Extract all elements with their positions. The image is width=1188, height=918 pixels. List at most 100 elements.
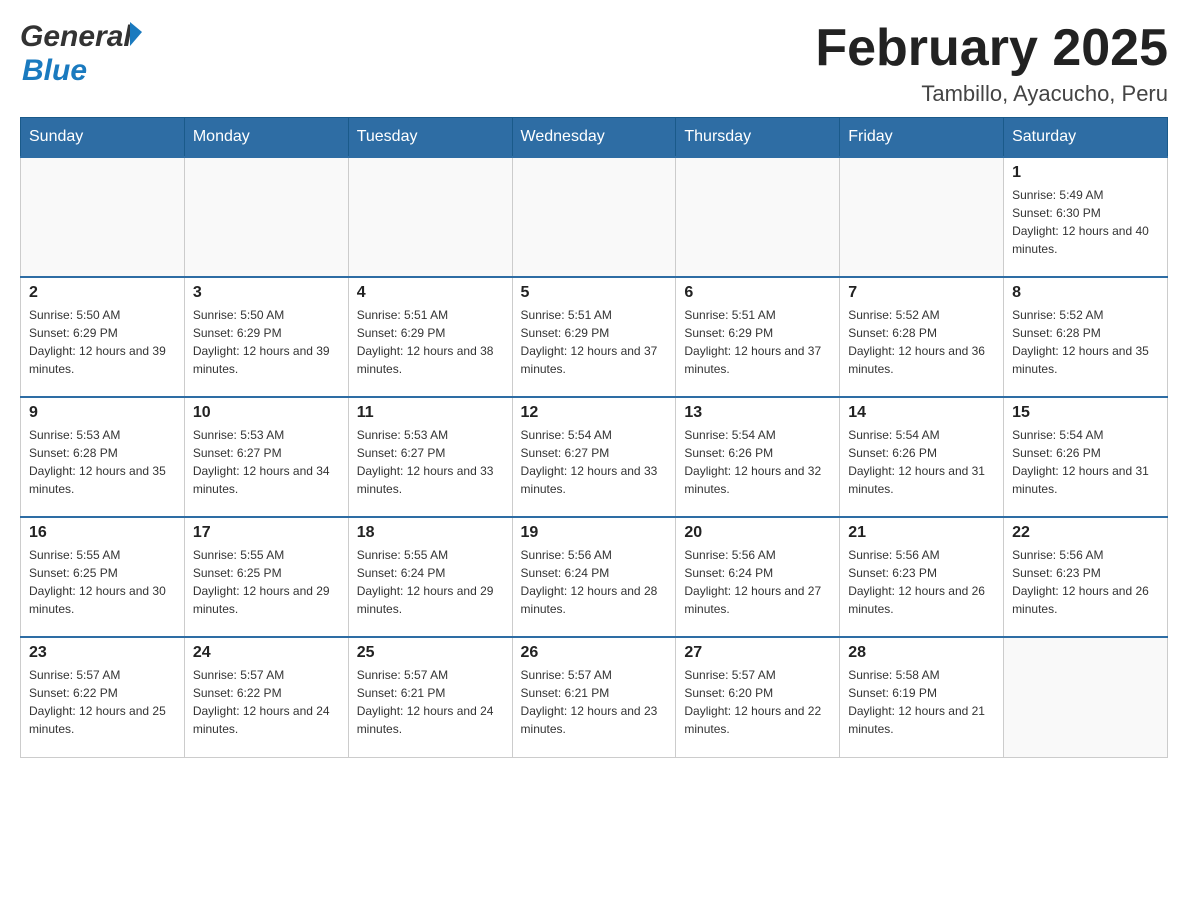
table-row: 24Sunrise: 5:57 AMSunset: 6:22 PMDayligh… <box>184 637 348 757</box>
day-number: 4 <box>357 284 504 302</box>
day-info-line: Daylight: 12 hours and 24 minutes. <box>193 702 340 738</box>
day-info-line: Sunrise: 5:57 AM <box>357 666 504 684</box>
table-row: 18Sunrise: 5:55 AMSunset: 6:24 PMDayligh… <box>348 517 512 637</box>
table-row: 19Sunrise: 5:56 AMSunset: 6:24 PMDayligh… <box>512 517 676 637</box>
table-row: 20Sunrise: 5:56 AMSunset: 6:24 PMDayligh… <box>676 517 840 637</box>
day-info-line: Sunset: 6:29 PM <box>684 324 831 342</box>
day-info-line: Sunrise: 5:51 AM <box>521 306 668 324</box>
day-info-line: Sunrise: 5:54 AM <box>521 426 668 444</box>
day-number: 7 <box>848 284 995 302</box>
table-row: 22Sunrise: 5:56 AMSunset: 6:23 PMDayligh… <box>1004 517 1168 637</box>
day-info-line: Daylight: 12 hours and 33 minutes. <box>521 462 668 498</box>
table-row: 28Sunrise: 5:58 AMSunset: 6:19 PMDayligh… <box>840 637 1004 757</box>
calendar-header-row: Sunday Monday Tuesday Wednesday Thursday… <box>21 118 1168 158</box>
day-number: 12 <box>521 404 668 422</box>
day-info-line: Sunset: 6:23 PM <box>848 564 995 582</box>
day-number: 5 <box>521 284 668 302</box>
day-number: 13 <box>684 404 831 422</box>
day-info-line: Sunset: 6:24 PM <box>521 564 668 582</box>
table-row: 26Sunrise: 5:57 AMSunset: 6:21 PMDayligh… <box>512 637 676 757</box>
day-info-line: Sunset: 6:29 PM <box>29 324 176 342</box>
table-row <box>21 157 185 277</box>
day-info-line: Sunset: 6:23 PM <box>1012 564 1159 582</box>
day-number: 17 <box>193 524 340 542</box>
day-info-line: Daylight: 12 hours and 28 minutes. <box>521 582 668 618</box>
calendar-table: Sunday Monday Tuesday Wednesday Thursday… <box>20 117 1168 758</box>
day-info-line: Sunrise: 5:52 AM <box>848 306 995 324</box>
day-info-line: Sunset: 6:21 PM <box>521 684 668 702</box>
day-number: 18 <box>357 524 504 542</box>
calendar-week-row: 9Sunrise: 5:53 AMSunset: 6:28 PMDaylight… <box>21 397 1168 517</box>
calendar-week-row: 23Sunrise: 5:57 AMSunset: 6:22 PMDayligh… <box>21 637 1168 757</box>
table-row: 17Sunrise: 5:55 AMSunset: 6:25 PMDayligh… <box>184 517 348 637</box>
day-number: 14 <box>848 404 995 422</box>
table-row <box>184 157 348 277</box>
day-info-line: Sunset: 6:26 PM <box>684 444 831 462</box>
day-number: 24 <box>193 644 340 662</box>
day-info-line: Daylight: 12 hours and 34 minutes. <box>193 462 340 498</box>
day-number: 3 <box>193 284 340 302</box>
col-saturday: Saturday <box>1004 118 1168 158</box>
table-row: 23Sunrise: 5:57 AMSunset: 6:22 PMDayligh… <box>21 637 185 757</box>
day-info-line: Sunrise: 5:57 AM <box>193 666 340 684</box>
table-row: 1Sunrise: 5:49 AMSunset: 6:30 PMDaylight… <box>1004 157 1168 277</box>
day-info-line: Sunset: 6:30 PM <box>1012 204 1159 222</box>
day-info-line: Sunset: 6:24 PM <box>684 564 831 582</box>
table-row: 16Sunrise: 5:55 AMSunset: 6:25 PMDayligh… <box>21 517 185 637</box>
day-info-line: Sunrise: 5:54 AM <box>1012 426 1159 444</box>
day-number: 22 <box>1012 524 1159 542</box>
table-row: 9Sunrise: 5:53 AMSunset: 6:28 PMDaylight… <box>21 397 185 517</box>
calendar-week-row: 16Sunrise: 5:55 AMSunset: 6:25 PMDayligh… <box>21 517 1168 637</box>
col-friday: Friday <box>840 118 1004 158</box>
day-info-line: Sunrise: 5:54 AM <box>684 426 831 444</box>
calendar-week-row: 1Sunrise: 5:49 AMSunset: 6:30 PMDaylight… <box>21 157 1168 277</box>
day-info-line: Daylight: 12 hours and 24 minutes. <box>357 702 504 738</box>
day-number: 11 <box>357 404 504 422</box>
day-info-line: Daylight: 12 hours and 38 minutes. <box>357 342 504 378</box>
location-text: Tambillo, Ayacucho, Peru <box>815 81 1168 107</box>
day-info-line: Daylight: 12 hours and 40 minutes. <box>1012 222 1159 258</box>
day-info-line: Daylight: 12 hours and 37 minutes. <box>684 342 831 378</box>
day-number: 25 <box>357 644 504 662</box>
table-row: 11Sunrise: 5:53 AMSunset: 6:27 PMDayligh… <box>348 397 512 517</box>
table-row <box>1004 637 1168 757</box>
day-number: 8 <box>1012 284 1159 302</box>
table-row: 14Sunrise: 5:54 AMSunset: 6:26 PMDayligh… <box>840 397 1004 517</box>
col-thursday: Thursday <box>676 118 840 158</box>
day-info-line: Sunrise: 5:57 AM <box>521 666 668 684</box>
table-row: 6Sunrise: 5:51 AMSunset: 6:29 PMDaylight… <box>676 277 840 397</box>
day-info-line: Sunset: 6:26 PM <box>1012 444 1159 462</box>
day-info-line: Sunset: 6:27 PM <box>521 444 668 462</box>
day-info-line: Daylight: 12 hours and 29 minutes. <box>357 582 504 618</box>
day-number: 27 <box>684 644 831 662</box>
day-info-line: Sunset: 6:27 PM <box>193 444 340 462</box>
table-row: 27Sunrise: 5:57 AMSunset: 6:20 PMDayligh… <box>676 637 840 757</box>
day-info-line: Daylight: 12 hours and 25 minutes. <box>29 702 176 738</box>
table-row: 3Sunrise: 5:50 AMSunset: 6:29 PMDaylight… <box>184 277 348 397</box>
day-number: 6 <box>684 284 831 302</box>
day-info-line: Daylight: 12 hours and 26 minutes. <box>1012 582 1159 618</box>
table-row: 4Sunrise: 5:51 AMSunset: 6:29 PMDaylight… <box>348 277 512 397</box>
day-info-line: Sunrise: 5:56 AM <box>521 546 668 564</box>
col-wednesday: Wednesday <box>512 118 676 158</box>
day-info-line: Daylight: 12 hours and 36 minutes. <box>848 342 995 378</box>
day-info-line: Daylight: 12 hours and 37 minutes. <box>521 342 668 378</box>
col-sunday: Sunday <box>21 118 185 158</box>
table-row: 13Sunrise: 5:54 AMSunset: 6:26 PMDayligh… <box>676 397 840 517</box>
day-info-line: Daylight: 12 hours and 27 minutes. <box>684 582 831 618</box>
table-row: 7Sunrise: 5:52 AMSunset: 6:28 PMDaylight… <box>840 277 1004 397</box>
day-info-line: Sunrise: 5:53 AM <box>193 426 340 444</box>
table-row: 10 Sunrise: 5:53 AMSunset: 6:27 PMDayligh… <box>184 397 348 517</box>
day-info-line: Daylight: 12 hours and 26 minutes. <box>848 582 995 618</box>
day-info-line: Daylight: 12 hours and 31 minutes. <box>848 462 995 498</box>
logo: General Blue <box>20 20 142 88</box>
table-row: 25Sunrise: 5:57 AMSunset: 6:21 PMDayligh… <box>348 637 512 757</box>
day-number: 9 <box>29 404 176 422</box>
day-info-line: Sunset: 6:20 PM <box>684 684 831 702</box>
day-info-line: Daylight: 12 hours and 29 minutes. <box>193 582 340 618</box>
table-row: 21Sunrise: 5:56 AMSunset: 6:23 PMDayligh… <box>840 517 1004 637</box>
day-info-line: Sunrise: 5:52 AM <box>1012 306 1159 324</box>
day-info-line: Sunset: 6:29 PM <box>193 324 340 342</box>
day-number: 28 <box>848 644 995 662</box>
day-number: 10 <box>193 404 340 422</box>
